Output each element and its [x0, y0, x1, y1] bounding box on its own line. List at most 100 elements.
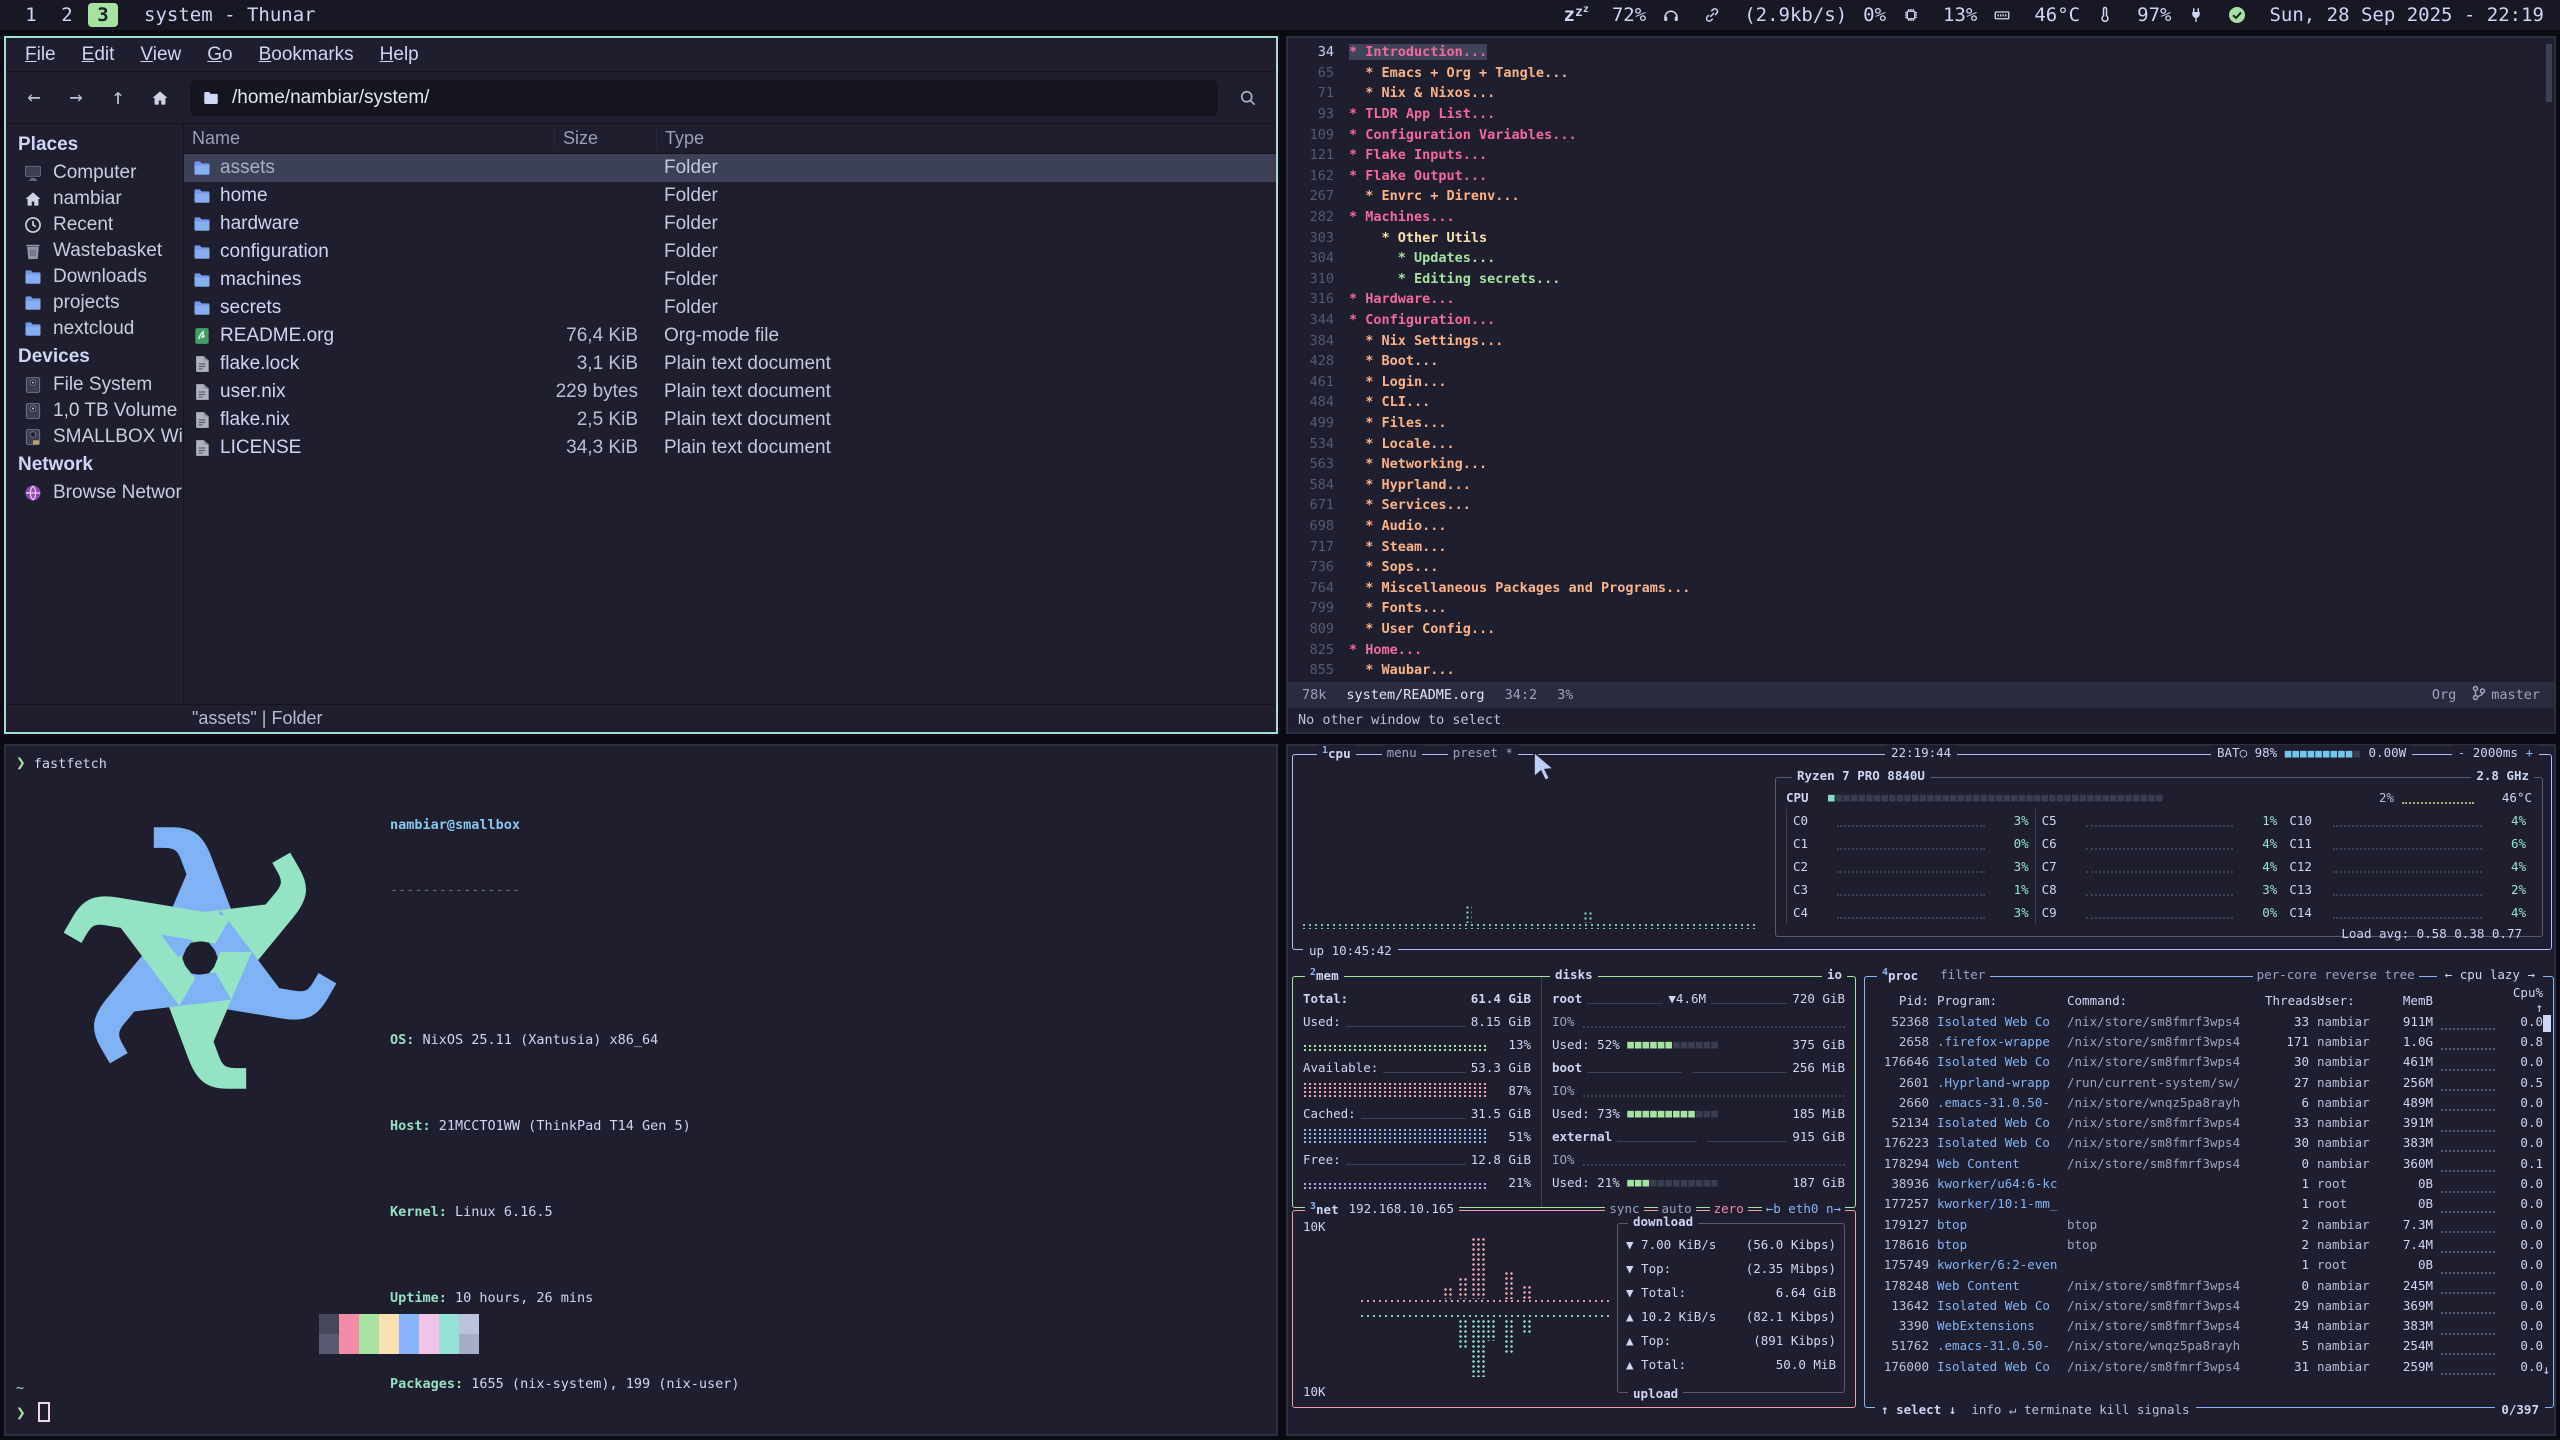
- org-heading-line[interactable]: 764 * Miscellaneous Packages and Program…: [1288, 577, 2544, 598]
- org-heading-line[interactable]: 267 * Envrc + Direnv...: [1288, 186, 2544, 207]
- org-heading-line[interactable]: 563 * Networking...: [1288, 454, 2544, 475]
- sidebar-item[interactable]: Wastebasket: [10, 238, 179, 264]
- org-heading-line[interactable]: 484 * CLI...: [1288, 392, 2544, 413]
- file-row[interactable]: hardware Folder: [184, 210, 1276, 238]
- org-heading-line[interactable]: 384 * Nix Settings...: [1288, 330, 2544, 351]
- org-heading-line[interactable]: 825 * Home...: [1288, 639, 2544, 660]
- proc-options[interactable]: per-core reverse tree: [2253, 967, 2419, 982]
- org-heading-line[interactable]: 534 * Locale...: [1288, 433, 2544, 454]
- emacs-scrollbar[interactable]: [2546, 44, 2552, 102]
- file-row[interactable]: flake.nix 2,5 KiB Plain text document: [184, 406, 1276, 434]
- file-row[interactable]: secrets Folder: [184, 294, 1276, 322]
- mem-tab[interactable]: 2mem: [1305, 967, 1344, 983]
- org-heading-line[interactable]: 799 * Fonts...: [1288, 598, 2544, 619]
- org-heading-line[interactable]: 303 * Other Utils: [1288, 227, 2544, 248]
- column-name[interactable]: Name: [184, 128, 536, 149]
- org-heading-line[interactable]: 65 * Emacs + Org + Tangle...: [1288, 63, 2544, 84]
- preset-button[interactable]: preset *: [1448, 745, 1518, 761]
- file-row[interactable]: assets Folder: [184, 154, 1276, 182]
- process-row[interactable]: 175749 kworker/6:2-even 1 root 0B 0.0: [1865, 1255, 2553, 1275]
- org-heading-line[interactable]: 671 * Services...: [1288, 495, 2544, 516]
- filter-button[interactable]: filter: [1940, 967, 1985, 983]
- path-bar[interactable]: /home/nambiar/system/: [190, 80, 1218, 116]
- org-heading-line[interactable]: 717 * Steam...: [1288, 536, 2544, 557]
- workspace-button[interactable]: 3: [88, 3, 118, 27]
- file-row[interactable]: LICENSE 34,3 KiB Plain text document: [184, 434, 1276, 462]
- status-module[interactable]: [1662, 6, 1687, 24]
- process-row[interactable]: 52134 Isolated Web Co /nix/store/sm8fmrf…: [1865, 1112, 2553, 1132]
- process-row[interactable]: 38936 kworker/u64:6-kc 1 root 0B 0.0: [1865, 1173, 2553, 1193]
- process-row[interactable]: 2660 .emacs-31.0.50- /nix/store/wnqz5pa8…: [1865, 1092, 2553, 1112]
- file-row[interactable]: home Folder: [184, 182, 1276, 210]
- sidebar-network-item[interactable]: Browse Network: [10, 480, 179, 506]
- org-heading-line[interactable]: 428 * Boot...: [1288, 351, 2544, 372]
- workspace-button[interactable]: 1: [16, 3, 46, 27]
- file-row[interactable]: configuration Folder: [184, 238, 1276, 266]
- process-row[interactable]: 176000 Isolated Web Co /nix/store/sm8fmr…: [1865, 1356, 2553, 1376]
- file-row[interactable]: machines Folder: [184, 266, 1276, 294]
- process-row[interactable]: 2601 .Hyprland-wrapp /run/current-system…: [1865, 1072, 2553, 1092]
- process-row[interactable]: 176646 Isolated Web Co /nix/store/sm8fmr…: [1865, 1052, 2553, 1072]
- sidebar-device-item[interactable]: 1,0 TB Volume: [10, 398, 179, 424]
- org-heading-line[interactable]: 162 * Flake Output...: [1288, 166, 2544, 187]
- menu-button[interactable]: menu: [1382, 745, 1422, 761]
- column-size[interactable]: Size: [554, 128, 638, 149]
- status-module[interactable]: [1993, 6, 2018, 24]
- menu-item[interactable]: Go: [196, 41, 243, 69]
- process-row[interactable]: 177257 kworker/10:1-mm_ 1 root 0B 0.0: [1865, 1194, 2553, 1214]
- sidebar-item[interactable]: nambiar: [10, 186, 179, 212]
- sidebar-device-item[interactable]: SMALLBOX Wi...: [10, 424, 179, 450]
- org-heading-line[interactable]: 282 * Machines...: [1288, 207, 2544, 228]
- sidebar-item[interactable]: Downloads: [10, 264, 179, 290]
- process-row[interactable]: 3390 WebExtensions /nix/store/sm8fmrf3wp…: [1865, 1315, 2553, 1335]
- process-row[interactable]: 179127 btop btop 2 nambiar 7.3M 0.0: [1865, 1214, 2553, 1234]
- home-button[interactable]: [142, 80, 178, 116]
- org-heading-line[interactable]: 316 * Hardware...: [1288, 289, 2544, 310]
- org-heading-line[interactable]: 809 * User Config...: [1288, 619, 2544, 640]
- org-heading-line[interactable]: 344 * Configuration...: [1288, 310, 2544, 331]
- menu-item[interactable]: View: [129, 41, 192, 69]
- terminal-window[interactable]: ❯ fastfetch λ λ λ λ λ λ nambiar@smallbox…: [4, 744, 1278, 1436]
- file-row[interactable]: README.org 76,4 KiB Org-mode file: [184, 322, 1276, 350]
- process-row[interactable]: 2658 .firefox-wrappe /nix/store/sm8fmrf3…: [1865, 1031, 2553, 1051]
- status-module[interactable]: 72%: [1612, 4, 1646, 26]
- column-type[interactable]: Type: [656, 128, 1276, 149]
- process-row[interactable]: 176223 Isolated Web Co /nix/store/sm8fmr…: [1865, 1133, 2553, 1153]
- process-row[interactable]: 13642 Isolated Web Co /nix/store/sm8fmrf…: [1865, 1295, 2553, 1315]
- status-module[interactable]: Sun, 28 Sep 2025 - 22:19: [2269, 4, 2544, 26]
- status-module[interactable]: (2.9kb/s): [1744, 4, 1847, 26]
- org-heading-line[interactable]: 461 * Login...: [1288, 372, 2544, 393]
- org-heading-line[interactable]: 584 * Hyprland...: [1288, 474, 2544, 495]
- status-module[interactable]: [1902, 6, 1927, 24]
- file-row[interactable]: user.nix 229 bytes Plain text document: [184, 378, 1276, 406]
- process-row[interactable]: 178248 Web Content /nix/store/sm8fmrf3wp…: [1865, 1275, 2553, 1295]
- sidebar-item[interactable]: Recent: [10, 212, 179, 238]
- update-interval[interactable]: - 2000ms +: [2452, 745, 2539, 760]
- status-module[interactable]: [2228, 6, 2253, 24]
- org-heading-line[interactable]: 93 * TLDR App List...: [1288, 104, 2544, 125]
- scroll-down-indicator[interactable]: ↓: [2542, 1362, 2550, 1377]
- up-button[interactable]: ↑: [100, 80, 136, 116]
- sidebar-item[interactable]: nextcloud: [10, 316, 179, 342]
- org-heading-line[interactable]: 855 * Waubar...: [1288, 660, 2544, 681]
- status-module[interactable]: 0%: [1863, 4, 1886, 26]
- org-heading-line[interactable]: 34 * Introduction...: [1288, 42, 2544, 63]
- org-heading-line[interactable]: 698 * Audio...: [1288, 516, 2544, 537]
- process-row[interactable]: 52368 Isolated Web Co /nix/store/sm8fmrf…: [1865, 1011, 2553, 1031]
- process-row[interactable]: 51762 .emacs-31.0.50- /nix/store/wnqz5pa…: [1865, 1336, 2553, 1356]
- net-tab[interactable]: 3net: [1310, 1201, 1339, 1217]
- search-button[interactable]: [1230, 80, 1266, 116]
- menu-item[interactable]: Help: [369, 41, 430, 69]
- process-table-header[interactable]: Pid: Program: Command: Threads: User: Me…: [1865, 985, 2553, 1011]
- org-heading-line[interactable]: 499 * Files...: [1288, 413, 2544, 434]
- status-module[interactable]: 46°C: [2034, 4, 2080, 26]
- org-heading-line[interactable]: 304 * Updates...: [1288, 248, 2544, 269]
- disks-tab[interactable]: disks: [1550, 967, 1598, 982]
- workspace-button[interactable]: 2: [52, 3, 82, 27]
- forward-button[interactable]: →: [58, 80, 94, 116]
- net-device-switcher[interactable]: ←b eth0 n→: [1762, 1201, 1845, 1216]
- menu-item[interactable]: Edit: [71, 41, 126, 69]
- menu-item[interactable]: Bookmarks: [248, 41, 365, 69]
- proc-footer-keys[interactable]: ↑ select ↓ info ↵ terminate kill signals: [1875, 1402, 2196, 1417]
- menu-item[interactable]: File: [14, 41, 67, 69]
